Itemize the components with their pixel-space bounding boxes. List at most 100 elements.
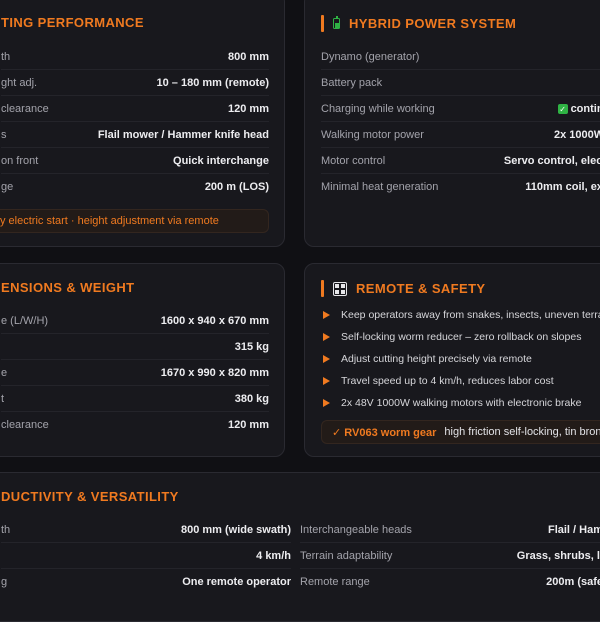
- accent-bar: [321, 15, 324, 32]
- spec-row: Charging while working ✓continuo: [321, 96, 600, 122]
- spec-label: Charging while working: [321, 102, 435, 115]
- safety-bullet: 2x 48V 1000W walking motors with electro…: [323, 397, 581, 409]
- spec-value: 800 mm: [228, 50, 269, 63]
- spec-value: Grass, shrubs, li: [516, 549, 600, 562]
- spec-value: 2x 1000W (4: [554, 128, 600, 141]
- spec-label: e: [1, 366, 8, 379]
- spec-value: 315 kg: [234, 340, 269, 353]
- spec-value: 10 – 180 mm (remote): [156, 76, 270, 89]
- spec-label: t: [1, 392, 5, 405]
- spec-row: 315 kg: [1, 334, 269, 360]
- spec-value: 4 km/h: [256, 549, 291, 562]
- worm-gear-text: high friction self-locking, tin bronze: [444, 426, 600, 438]
- dimensions-weight-title: ENSIONS & WEIGHT: [1, 280, 135, 295]
- hybrid-power-card: HYBRID POWER SYSTEM Dynamo (generator) 5…: [304, 0, 600, 247]
- spec-row: Terrain adaptability Grass, shrubs, li: [300, 543, 600, 569]
- spec-label: Terrain adaptability: [300, 549, 393, 562]
- spec-label: g: [1, 576, 8, 588]
- spec-label: Interchangeable heads: [300, 523, 412, 536]
- charging-value-text: continuo: [570, 102, 600, 115]
- spec-row: Interchangeable heads Flail / Ham: [300, 517, 600, 543]
- spec-row: Minimal heat generation 110mm coil, exte…: [321, 174, 600, 200]
- spec-value: Servo control, electro: [503, 154, 600, 167]
- spec-row: th 800 mm (wide swath): [1, 517, 291, 543]
- spec-row: g One remote operator: [1, 569, 291, 595]
- check-icon: ✓: [557, 104, 568, 114]
- spec-row: s Flail mower / Hammer knife head: [1, 122, 269, 148]
- spec-row: t 380 kg: [1, 386, 269, 412]
- spec-row: e 1670 x 990 x 820 mm: [1, 360, 269, 386]
- safety-bullet: Keep operators away from snakes, insects…: [323, 309, 600, 321]
- spec-row: Dynamo (generator) 5(: [321, 44, 600, 70]
- spec-value: 120 mm: [228, 419, 269, 431]
- spec-value: 110mm coil, exter: [525, 181, 600, 193]
- arrow-bullet-icon: [323, 355, 330, 363]
- spec-label: th: [1, 523, 11, 536]
- spec-label: th: [1, 50, 11, 63]
- spec-value: Flail / Ham: [547, 523, 600, 536]
- bullet-text: Self-locking worm reducer – zero rollbac…: [341, 331, 582, 343]
- spec-label: Motor control: [321, 154, 386, 167]
- accent-bar: [321, 280, 324, 297]
- hybrid-power-title: HYBRID POWER SYSTEM: [321, 15, 516, 32]
- arrow-bullet-icon: [323, 311, 330, 319]
- spec-label: Dynamo (generator): [321, 50, 420, 63]
- spec-value: 200 m (LOS): [204, 181, 269, 193]
- spec-row: ge 200 m (LOS): [1, 174, 269, 200]
- cutting-performance-title: TING PERFORMANCE: [1, 15, 144, 30]
- spec-value: 120 mm: [228, 102, 269, 115]
- spec-label: ge: [1, 181, 14, 193]
- spec-value: Quick interchange: [173, 154, 269, 167]
- card-title-text: ENSIONS & WEIGHT: [1, 280, 135, 295]
- spec-label: Walking motor power: [321, 128, 424, 141]
- card-title-text: REMOTE & SAFETY: [356, 281, 486, 296]
- spec-row: clearance 120 mm: [1, 412, 269, 438]
- spec-label: clearance: [1, 419, 49, 431]
- worm-gear-highlight: ✓ RV063 worm gear: [332, 426, 437, 439]
- spec-value: 1600 x 940 x 670 mm: [160, 314, 269, 327]
- remote-safety-title: REMOTE & SAFETY: [321, 280, 486, 297]
- spec-label: Minimal heat generation: [321, 181, 439, 193]
- spec-value: Flail mower / Hammer knife head: [97, 128, 269, 141]
- bullet-text: Travel speed up to 4 km/h, reduces labor…: [341, 375, 554, 387]
- productivity-title: DUCTIVITY & VERSATILITY: [1, 489, 179, 504]
- safety-bullet: Self-locking worm reducer – zero rollbac…: [323, 331, 581, 343]
- spec-label: Remote range: [300, 576, 370, 588]
- remote-safety-card: REMOTE & SAFETY Keep operators away from…: [304, 263, 600, 457]
- bullet-text: Adjust cutting height precisely via remo…: [341, 353, 532, 365]
- spec-value: 200m (safe: [546, 576, 600, 588]
- spec-value: 1670 x 990 x 820 mm: [160, 366, 269, 379]
- spec-row: on front Quick interchange: [1, 148, 269, 174]
- spec-row: 4 km/h: [1, 543, 291, 569]
- bullet-text: Keep operators away from snakes, insects…: [341, 309, 600, 321]
- worm-gear-note: ✓ RV063 worm gear high friction self-loc…: [321, 420, 600, 444]
- spec-label: clearance: [1, 102, 49, 115]
- spec-value: ✓continuo: [557, 102, 600, 115]
- card-title-text: HYBRID POWER SYSTEM: [349, 16, 517, 31]
- cutting-performance-card: TING PERFORMANCE th 800 mm ght adj. 10 –…: [0, 0, 285, 247]
- spec-label: Battery pack: [321, 76, 383, 89]
- spec-row: Battery pack: [321, 70, 600, 96]
- arrow-bullet-icon: [323, 333, 330, 341]
- spec-row: Remote range 200m (safe: [300, 569, 600, 595]
- spec-label: on front: [1, 154, 39, 167]
- safety-bullet: Adjust cutting height precisely via remo…: [323, 353, 532, 365]
- cutting-note: y electric start · height adjustment via…: [0, 209, 269, 233]
- arrow-bullet-icon: [323, 377, 330, 385]
- card-title-text: DUCTIVITY & VERSATILITY: [1, 489, 179, 504]
- spec-row: e (L/W/H) 1600 x 940 x 670 mm: [1, 308, 269, 334]
- grid-icon: [333, 281, 347, 296]
- spec-value: 800 mm (wide swath): [180, 523, 291, 536]
- safety-bullet: Travel speed up to 4 km/h, reduces labor…: [323, 375, 554, 387]
- dimensions-weight-card: ENSIONS & WEIGHT e (L/W/H) 1600 x 940 x …: [0, 263, 285, 457]
- spec-value: One remote operator: [182, 576, 291, 588]
- spec-row: ght adj. 10 – 180 mm (remote): [1, 70, 269, 96]
- bullet-text: 2x 48V 1000W walking motors with electro…: [341, 397, 582, 409]
- spec-label: s: [1, 128, 7, 141]
- spec-row: th 800 mm: [1, 44, 269, 70]
- spec-label: e (L/W/H): [1, 314, 49, 327]
- battery-icon: [333, 15, 340, 29]
- card-title-text: TING PERFORMANCE: [1, 15, 144, 30]
- spec-value: 380 kg: [234, 392, 269, 405]
- spec-row: Motor control Servo control, electro: [321, 148, 600, 174]
